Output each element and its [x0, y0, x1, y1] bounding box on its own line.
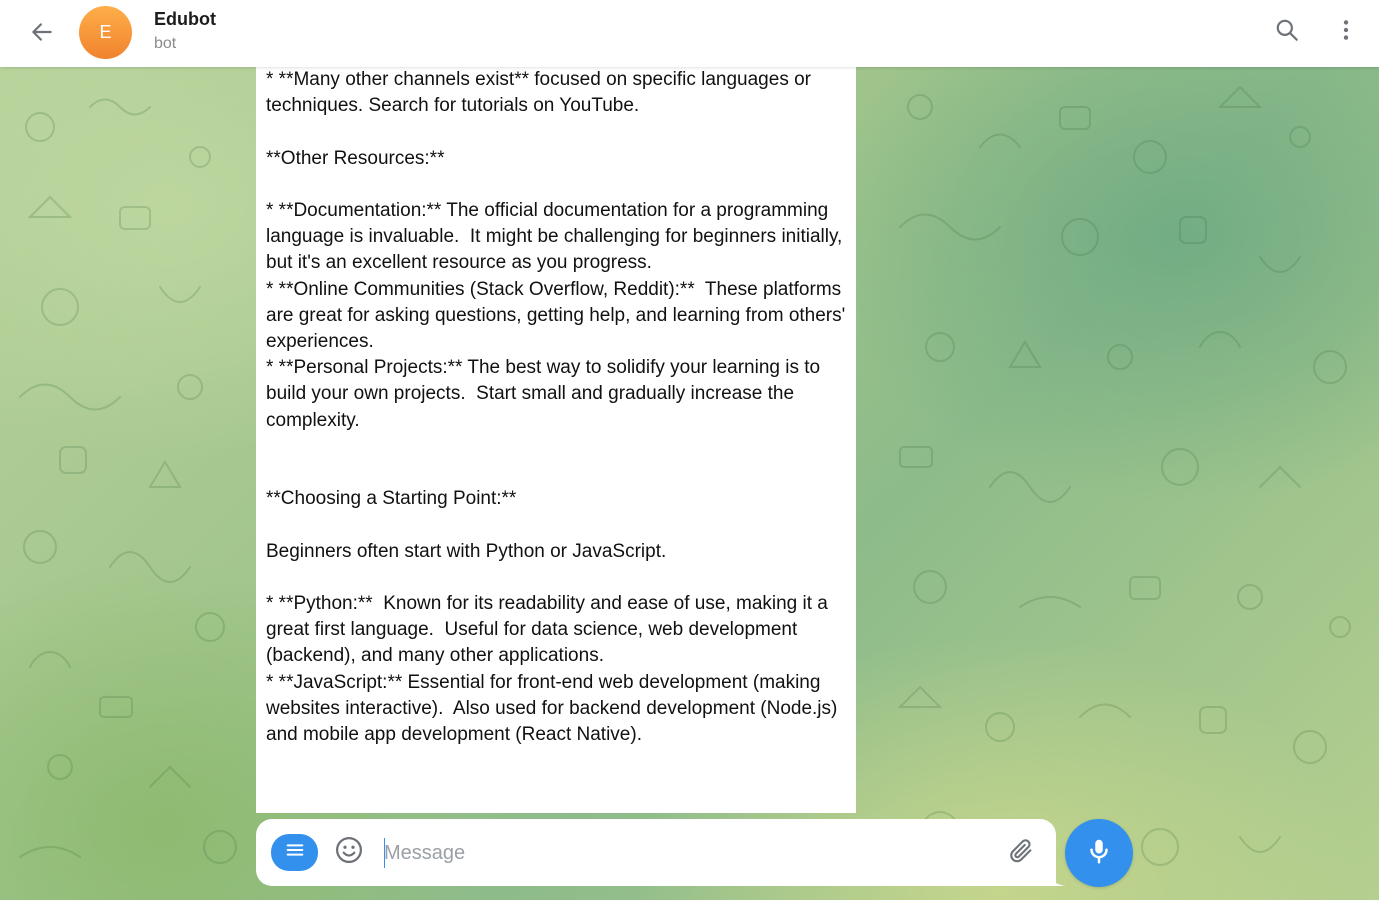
- menu-lines-icon: [284, 839, 306, 866]
- message-text: * **Many other channels exist** focused …: [266, 69, 846, 746]
- more-options-button[interactable]: [1326, 12, 1366, 52]
- chat-header: E Edubot bot: [0, 0, 1379, 67]
- composer-tail: [1046, 866, 1066, 886]
- message-bubble: * **Many other channels exist** focused …: [256, 67, 856, 813]
- emoji-button[interactable]: [332, 835, 366, 869]
- chat-title[interactable]: Edubot: [154, 9, 216, 30]
- arrow-left-icon: [29, 19, 55, 50]
- attach-button[interactable]: [1004, 836, 1038, 870]
- search-icon: [1274, 17, 1300, 48]
- chat-status: bot: [154, 35, 177, 52]
- voice-record-button[interactable]: [1065, 819, 1133, 887]
- search-button[interactable]: [1267, 12, 1307, 52]
- avatar[interactable]: E: [79, 6, 132, 59]
- message-composer: [256, 819, 1056, 886]
- avatar-letter: E: [99, 22, 112, 42]
- smile-icon: [334, 835, 364, 870]
- paperclip-icon: [1007, 837, 1035, 870]
- more-vertical-icon: [1333, 17, 1359, 48]
- message-input[interactable]: [384, 836, 984, 870]
- bot-menu-button[interactable]: [271, 834, 318, 871]
- back-button[interactable]: [22, 14, 62, 54]
- microphone-icon: [1084, 836, 1114, 871]
- text-caret: [384, 838, 385, 868]
